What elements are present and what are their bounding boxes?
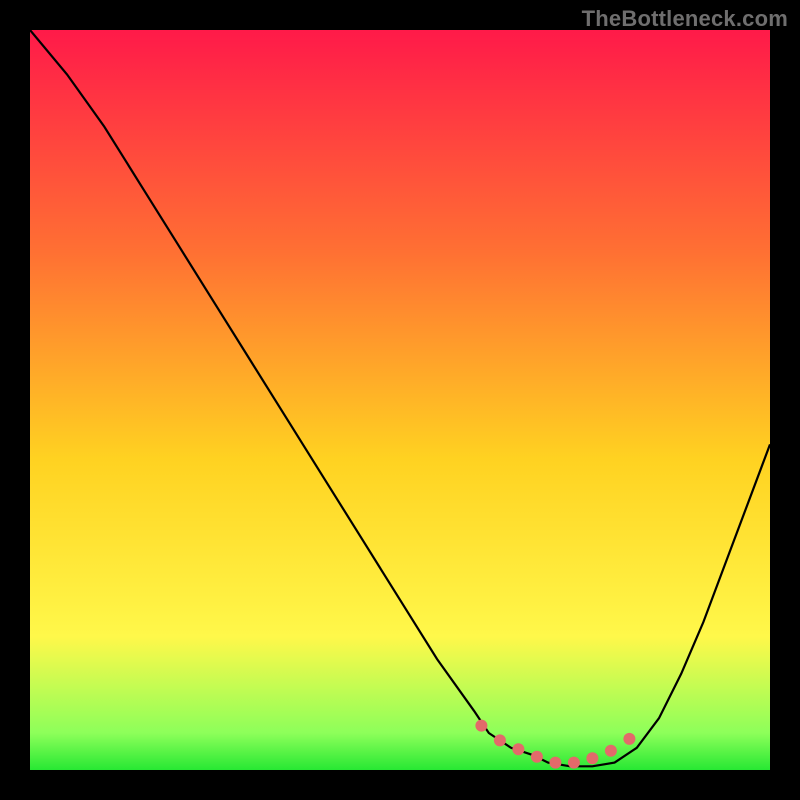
optimal-dot <box>623 733 635 745</box>
optimal-dot <box>586 752 598 764</box>
optimal-dot <box>549 757 561 769</box>
chart-frame: TheBottleneck.com <box>0 0 800 800</box>
optimal-dot <box>568 757 580 769</box>
plot-area <box>30 30 770 770</box>
optimal-dot <box>605 745 617 757</box>
optimal-dot <box>531 751 543 763</box>
bottleneck-chart <box>30 30 770 770</box>
attribution-text: TheBottleneck.com <box>582 6 788 32</box>
gradient-background <box>30 30 770 770</box>
optimal-dot <box>475 720 487 732</box>
optimal-dot <box>494 734 506 746</box>
optimal-dot <box>512 743 524 755</box>
